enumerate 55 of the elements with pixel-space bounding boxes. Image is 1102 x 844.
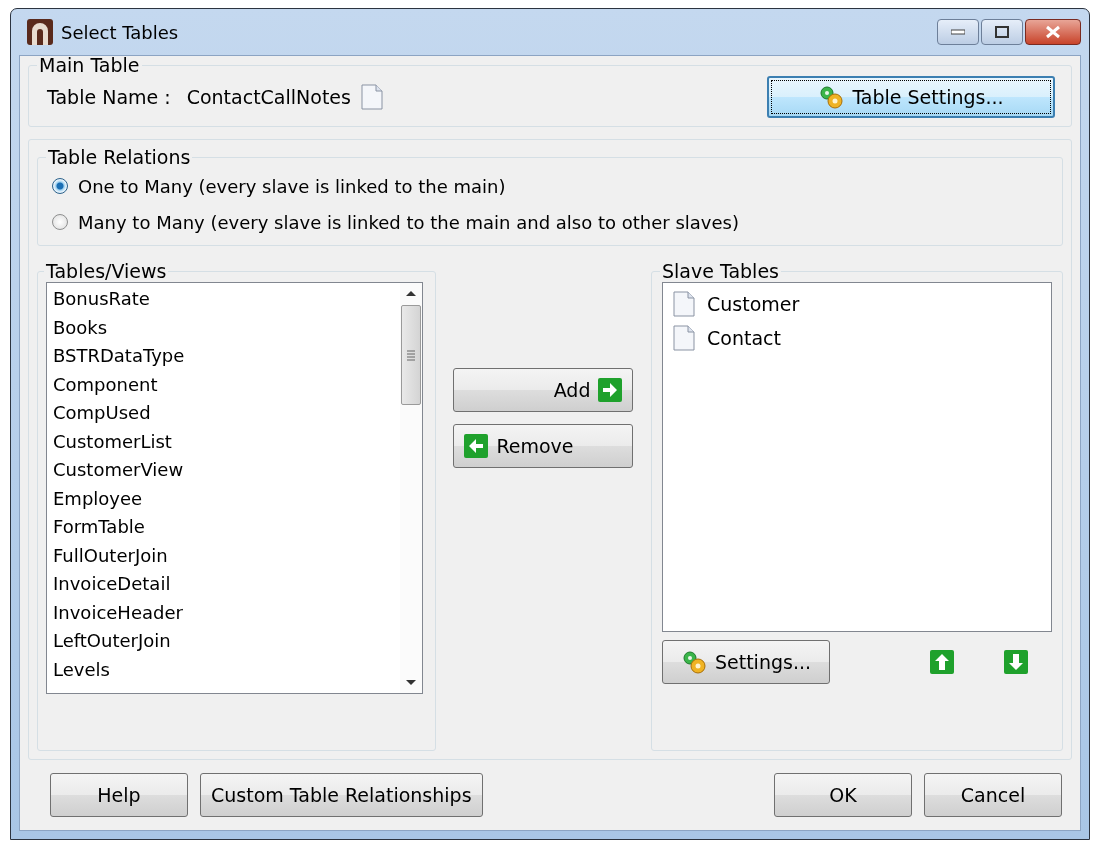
list-item[interactable]: CustomerList (53, 427, 394, 456)
group-label: Slave Tables (661, 260, 780, 282)
field-label: Table Name : (47, 86, 171, 108)
list-item[interactable]: Customer (673, 287, 1041, 321)
list-item[interactable]: FullOuterJoin (53, 541, 394, 570)
group-label: Main Table (38, 54, 141, 76)
add-button[interactable]: Add (453, 368, 634, 412)
maximize-icon[interactable] (995, 26, 1009, 38)
list-item[interactable]: BonusRate (53, 285, 394, 314)
dialog-button[interactable]: Cancel (924, 773, 1062, 817)
gears-icon (680, 649, 707, 675)
list-item[interactable]: CustomerView (53, 456, 394, 485)
radio-button[interactable] (52, 214, 68, 230)
radio-label[interactable]: Many to Many (every slave is linked to the main and also to other slaves) (78, 211, 739, 233)
maximize-button[interactable] (981, 19, 1023, 45)
table-settings-button[interactable]: Table Settings... (767, 76, 1055, 118)
scroll-down-icon[interactable] (404, 679, 417, 687)
minimize-button[interactable] (937, 19, 979, 45)
gears-icon (818, 84, 845, 110)
scrollbar[interactable] (399, 283, 422, 693)
slave-tables-list[interactable]: Customer Contact (662, 282, 1052, 632)
settings-button[interactable]: Settings... (662, 640, 830, 684)
app-icon (27, 19, 53, 45)
move-up-icon[interactable] (930, 650, 954, 674)
table-name-value: ContactCallNotes (186, 86, 351, 108)
move-down-icon[interactable] (1004, 650, 1028, 674)
list-item[interactable]: InvoiceDetail (53, 570, 394, 599)
close-icon[interactable] (1045, 25, 1061, 39)
window-title: Select Tables (61, 21, 179, 43)
remove-button[interactable]: Remove (453, 424, 634, 468)
document-icon (673, 325, 695, 351)
group-label: Tables/Views (45, 260, 168, 282)
radio-label[interactable]: One to Many (every slave is linked to the main) (78, 175, 506, 197)
list-item[interactable]: CompUsed (53, 399, 394, 428)
minimize-icon[interactable] (951, 29, 965, 35)
document-icon (360, 84, 383, 110)
list-item[interactable]: BSTRDataType (53, 342, 394, 371)
radio-button[interactable] (52, 178, 68, 194)
tables-list[interactable]: BonusRate Books BSTRDataType Component CompUsed CustomerList CustomerView Employee FormTable FullOuterJoin InvoiceDetail InvoiceHeader LeftOuterJoin Levels (46, 282, 423, 694)
close-button[interactable] (1025, 19, 1081, 45)
list-item[interactable]: LeftOuterJoin (53, 627, 394, 656)
group-label: Table Relations (47, 146, 192, 168)
dialog-button[interactable]: Custom Table Relationships (200, 773, 483, 817)
list-item[interactable]: InvoiceHeader (53, 598, 394, 627)
dialog-button[interactable]: OK (774, 773, 912, 817)
scroll-up-icon[interactable] (404, 289, 417, 297)
scroll-thumb[interactable] (400, 305, 421, 405)
list-item[interactable]: Component (53, 370, 394, 399)
list-item[interactable]: Books (53, 313, 394, 342)
dialog-button[interactable]: Help (50, 773, 188, 817)
list-item[interactable]: Employee (53, 484, 394, 513)
list-item[interactable]: FormTable (53, 513, 394, 542)
list-item[interactable]: Levels (53, 655, 394, 684)
list-item[interactable]: Contact (673, 321, 1041, 355)
document-icon (673, 291, 695, 317)
